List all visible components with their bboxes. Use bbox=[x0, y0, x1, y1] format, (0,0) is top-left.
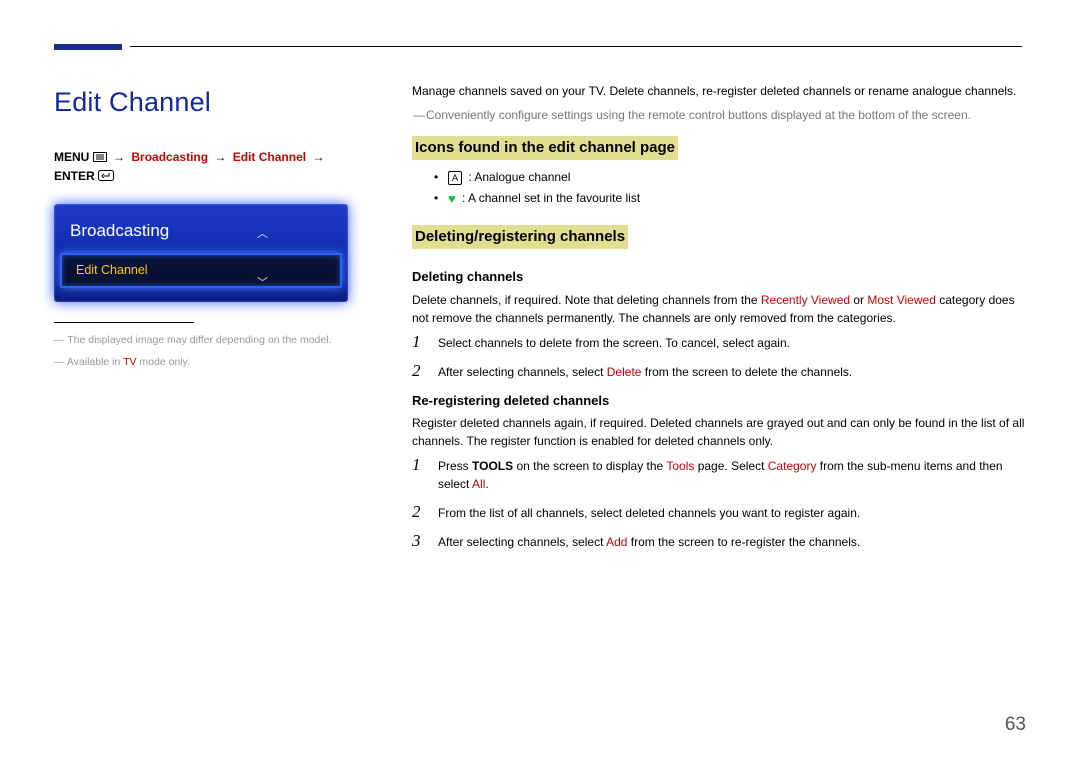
heart-icon: ♥ bbox=[448, 191, 456, 206]
subhead-rereg: Re-registering deleted channels bbox=[412, 391, 1026, 411]
menu-button-icon bbox=[93, 149, 107, 167]
breadcrumb: MENU → Broadcasting → Edit Channel → ENT… bbox=[54, 148, 364, 186]
intro-text: Manage channels saved on your TV. Delete… bbox=[412, 82, 1026, 100]
breadcrumb-enter: ENTER bbox=[54, 169, 95, 183]
separator bbox=[54, 322, 194, 323]
page-number: 63 bbox=[1005, 711, 1026, 740]
icon-item-analogue: A : Analogue channel bbox=[434, 168, 1026, 186]
intro-note: ―Conveniently configure settings using t… bbox=[412, 106, 1026, 124]
rereg-text: Register deleted channels again, if requ… bbox=[412, 414, 1026, 450]
section-deleting-title: Deleting/registering channels bbox=[412, 225, 628, 250]
footnote-tvmode: ― Available in TV mode only. bbox=[54, 355, 364, 371]
enter-button-icon bbox=[98, 168, 114, 186]
chevron-up-icon[interactable]: ︿ bbox=[257, 226, 268, 243]
step-reg-3: 3After selecting channels, select Add fr… bbox=[412, 532, 1026, 551]
menu-selected-item[interactable]: Edit Channel bbox=[60, 253, 342, 288]
top-rule bbox=[54, 36, 1026, 56]
breadcrumb-menu: MENU bbox=[54, 150, 89, 164]
footnote-model: ― The displayed image may differ dependi… bbox=[54, 333, 364, 349]
icons-list: A : Analogue channel ♥ : A channel set i… bbox=[412, 168, 1026, 209]
chevron-down-icon[interactable]: ﹀ bbox=[257, 275, 268, 292]
a-badge-icon: A bbox=[448, 171, 462, 185]
step-del-1: 1Select channels to delete from the scre… bbox=[412, 333, 1026, 352]
rereg-steps: 1 Press TOOLS on the screen to display t… bbox=[412, 456, 1026, 551]
section-icons-title: Icons found in the edit channel page bbox=[412, 136, 678, 161]
step-del-2: 2After selecting channels, select Delete… bbox=[412, 362, 1026, 381]
breadcrumb-broadcasting: Broadcasting bbox=[131, 150, 208, 164]
page-title: Edit Channel bbox=[54, 82, 364, 123]
subhead-deleting: Deleting channels bbox=[412, 267, 1026, 287]
breadcrumb-edit-channel: Edit Channel bbox=[233, 150, 306, 164]
menu-panel: Broadcasting ︿ Edit Channel ﹀ bbox=[54, 204, 348, 302]
deleting-text: Delete channels, if required. Note that … bbox=[412, 291, 1026, 327]
icon-item-favourite: ♥ : A channel set in the favourite list bbox=[434, 189, 1026, 209]
step-reg-1: 1 Press TOOLS on the screen to display t… bbox=[412, 456, 1026, 493]
menu-panel-title: Broadcasting bbox=[54, 218, 348, 254]
step-reg-2: 2From the list of all channels, select d… bbox=[412, 503, 1026, 522]
deleting-steps: 1Select channels to delete from the scre… bbox=[412, 333, 1026, 381]
